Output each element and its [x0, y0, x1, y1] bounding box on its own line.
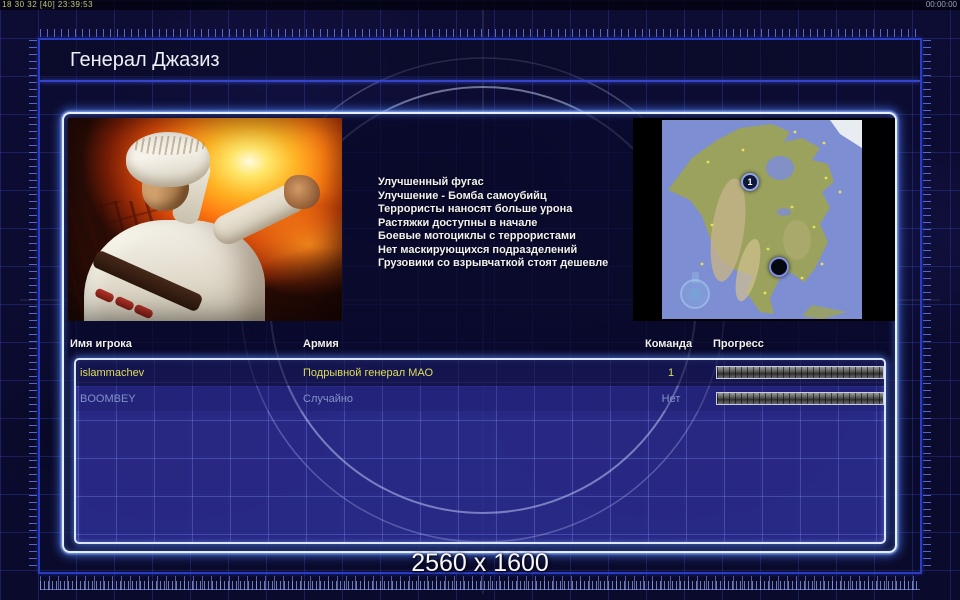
player-army: Случайно — [303, 393, 354, 405]
north-america-map — [662, 120, 862, 319]
general-portrait-image — [68, 118, 342, 321]
ability-item: Растяжки доступны в начале — [378, 216, 538, 229]
ability-item: Боевые мотоциклы с террористами — [378, 230, 576, 242]
player-team: Нет — [661, 393, 681, 405]
status-counters: 18 30 32 [40] 23:39:53 — [2, 0, 94, 9]
player-name: islammachev — [80, 367, 145, 379]
title-bar: Генерал Джазиз — [40, 40, 920, 80]
general-abilities-list: Улучшенный фугас Улучшение - Бомба самоу… — [378, 176, 634, 271]
ability-item: Улучшение - Бомба самоубийц — [378, 189, 547, 202]
status-bar: 18 30 32 [40] 23:39:53 00:00:00 — [0, 0, 960, 10]
ruler-left — [29, 40, 37, 568]
map-preview: 1 — [662, 120, 862, 319]
content-panel: Улучшенный фугас Улучшение - Бомба самоу… — [62, 112, 897, 553]
ability-item: Грузовики со взрывчаткой стоят дешевле — [378, 257, 609, 269]
player-team: 1 — [667, 367, 675, 379]
column-header-progress: Прогресс — [713, 338, 764, 350]
player-army: Подрывной генерал МАО — [303, 367, 434, 379]
column-header-army: Армия — [303, 338, 339, 350]
loading-progress-bar — [716, 392, 884, 405]
ability-item: Улучшенный фугас — [378, 176, 484, 188]
map-preview-box: 1 — [633, 118, 895, 321]
ability-item: Нет маскирующихся подразделений — [378, 243, 578, 256]
page-title: Генерал Джазиз — [70, 49, 220, 71]
players-table: islammachev Подрывной генерал МАО 1 BOOM… — [74, 358, 886, 544]
ruler-top — [40, 29, 920, 37]
players-table-header: Имя игрока Армия Команда Прогресс — [64, 338, 895, 360]
waveform-strip — [40, 576, 920, 593]
resolution-label: 2560 x 1600 — [411, 549, 549, 577]
map-start-marker-1: 1 — [741, 173, 759, 191]
player-row: BOOMBEY Случайно Нет — [76, 387, 884, 411]
ruler-right — [923, 40, 931, 568]
title-separator — [40, 80, 920, 82]
ability-item: Террористы наносят больше урона — [378, 203, 573, 215]
player-row: islammachev Подрывной генерал МАО 1 — [76, 360, 884, 386]
map-start-marker-2 — [769, 257, 789, 277]
player-name: BOOMBEY — [80, 393, 136, 405]
column-header-player-name: Имя игрока — [70, 338, 132, 350]
loading-progress-bar — [716, 366, 884, 379]
portrait-vignette — [68, 118, 342, 321]
status-timer: 00:00:00 — [925, 0, 957, 9]
waveform-baseline — [40, 589, 920, 590]
column-header-team: Команда — [645, 338, 693, 350]
